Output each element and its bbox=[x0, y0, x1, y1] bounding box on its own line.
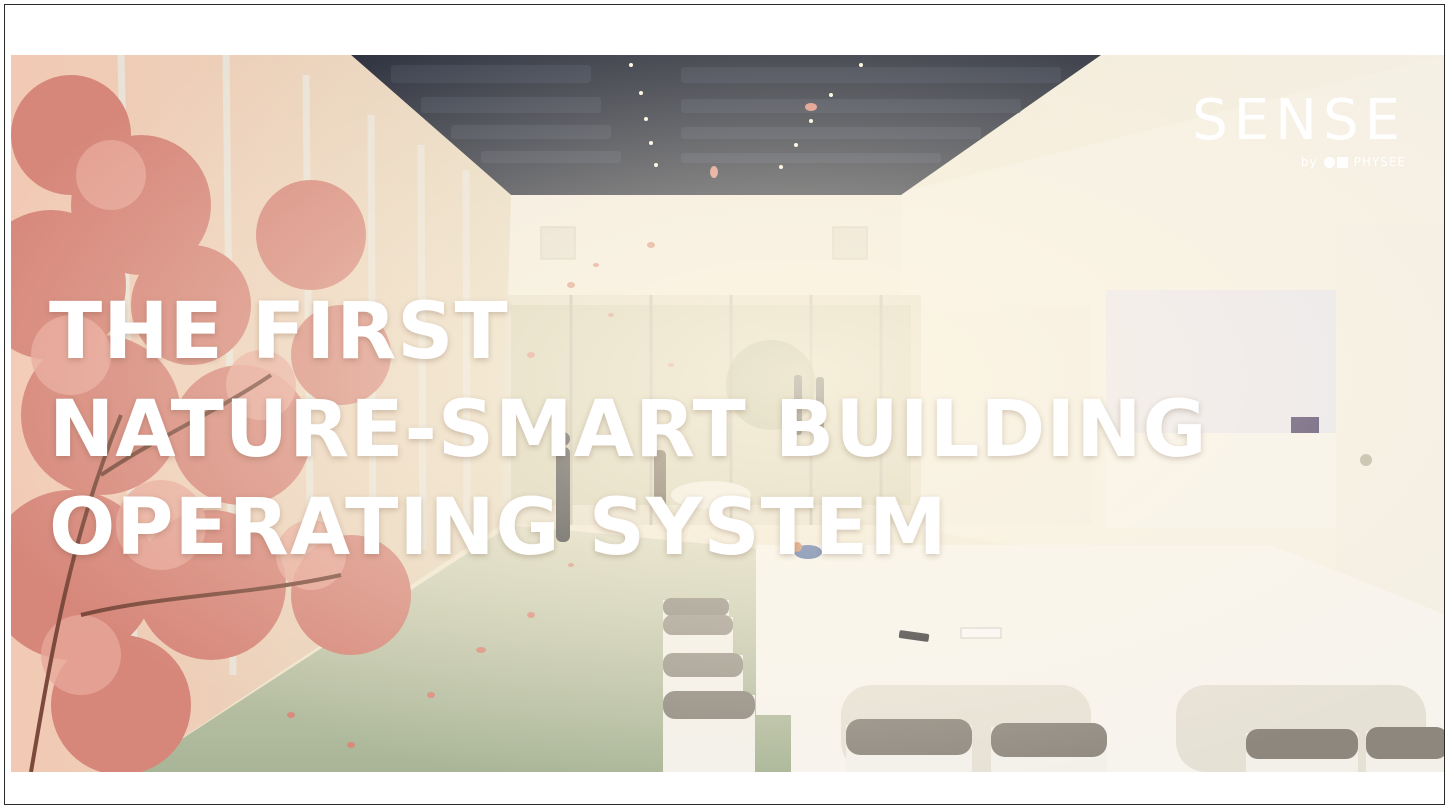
hero-image: THE FIRST NATURE-SMART BUILDING OPERATIN… bbox=[11, 55, 1444, 772]
sense-logo: SENSE by PHYSEE bbox=[1192, 88, 1406, 170]
logo-byline: by PHYSEE bbox=[1192, 155, 1406, 169]
physee-logo-mark-icon bbox=[1323, 156, 1348, 168]
headline-line-2: NATURE-SMART BUILDING bbox=[49, 385, 1208, 475]
logo-by-text: by bbox=[1300, 155, 1318, 169]
headline-line-1: THE FIRST bbox=[49, 287, 509, 377]
slide-frame: THE FIRST NATURE-SMART BUILDING OPERATIN… bbox=[4, 4, 1445, 805]
logo-brand-text: PHYSEE bbox=[1353, 155, 1406, 169]
headline: THE FIRST NATURE-SMART BUILDING OPERATIN… bbox=[49, 283, 1249, 577]
headline-line-3: OPERATING SYSTEM bbox=[49, 483, 948, 573]
logo-wordmark: SENSE bbox=[1192, 88, 1406, 153]
